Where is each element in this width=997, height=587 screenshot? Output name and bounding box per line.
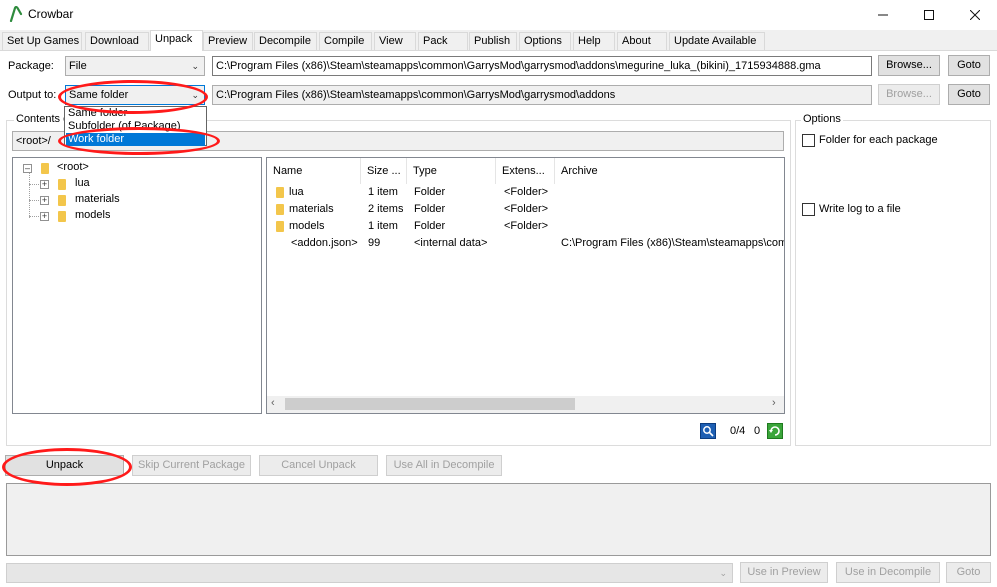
row-name[interactable]: materials [289,203,334,215]
folder-icon [276,187,284,198]
row-archive: C:\Program Files (x86)\Steam\steamapps\c… [561,237,785,249]
row-name[interactable]: models [289,220,324,232]
file-list-view[interactable]: Name Size ... Type Extens... Archive lua… [266,157,785,414]
tree-item-lua[interactable]: lua [75,177,90,189]
row-type: <internal data> [414,237,488,249]
package-type-select[interactable]: File ⌄ [65,56,205,76]
row-extension: <Folder> [504,220,549,232]
maximize-icon[interactable] [906,0,952,30]
tree-root[interactable]: <root> [57,161,89,173]
folder-for-each-package-checkbox[interactable] [802,134,815,147]
folder-icon [41,163,49,174]
minimize-icon[interactable] [860,0,906,30]
item-count: 0/4 [730,425,746,437]
package-label: Package: [8,60,54,72]
row-extension: <Folder> [504,186,549,198]
row-name[interactable]: lua [289,186,304,198]
package-type-value: File [69,60,87,72]
skip-current-package-button[interactable]: Skip Current Package [132,455,251,476]
folder-for-each-package-label[interactable]: Folder for each package [819,134,938,146]
folder-icon [276,204,284,215]
use-in-decompile-button[interactable]: Use in Decompile [836,562,940,583]
tab-strip: Set Up Games Download Unpack Preview Dec… [0,30,997,51]
annotation-circle-output-select [58,80,208,114]
scrollbar-thumb[interactable] [285,398,575,410]
column-header-type[interactable]: Type [407,158,496,184]
package-goto-button[interactable]: Goto [948,55,990,76]
row-type: Folder [414,203,446,215]
search-icon[interactable] [700,423,716,439]
expand-icon[interactable]: + [40,180,49,189]
tree-item-materials[interactable]: materials [75,193,120,205]
contents-group-label: Contents o [14,113,72,125]
selection-count: 0 [754,425,761,437]
tab-update-available[interactable]: Update Available [669,32,765,50]
folder-icon [58,211,66,222]
tab-unpack[interactable]: Unpack [150,30,203,51]
column-header-size[interactable]: Size ... [361,158,407,184]
tab-about[interactable]: About [617,32,667,50]
write-log-label[interactable]: Write log to a file [819,203,901,215]
row-type: Folder [414,220,446,232]
bottom-goto-button[interactable]: Goto [946,562,991,583]
scroll-left-icon[interactable]: ‹ [271,397,275,409]
row-size: 1 item [368,220,398,232]
use-in-preview-button[interactable]: Use in Preview [740,562,828,583]
column-header-archive[interactable]: Archive [555,158,784,184]
annotation-circle-work-folder [58,127,220,155]
tab-pack[interactable]: Pack [418,32,468,50]
row-extension: <Folder> [504,203,549,215]
column-header-name[interactable]: Name [267,158,361,184]
options-group-label: Options [801,113,843,125]
folder-icon [58,195,66,206]
close-icon[interactable] [952,0,997,30]
output-label: Output to: [8,89,57,101]
tree-connector [29,172,30,218]
tab-preview[interactable]: Preview [203,32,253,50]
cancel-unpack-button[interactable]: Cancel Unpack [259,455,378,476]
chevron-down-icon: ⌄ [191,61,199,71]
package-path-input[interactable]: C:\Program Files (x86)\Steam\steamapps\c… [212,56,872,76]
tab-compile[interactable]: Compile [319,32,372,50]
tree-item-models[interactable]: models [75,209,110,221]
column-header-extension[interactable]: Extens... [496,158,555,184]
tab-download[interactable]: Download [85,32,149,50]
folder-icon [276,221,284,232]
annotation-circle-unpack-button [2,448,132,486]
collapse-icon[interactable]: – [23,164,32,173]
tree-view[interactable]: – <root> + lua + materials + models [12,157,262,414]
row-name[interactable]: <addon.json> [291,237,358,249]
row-size: 1 item [368,186,398,198]
package-browse-button[interactable]: Browse... [878,55,940,76]
title-bar: Crowbar [0,0,997,30]
use-all-in-decompile-button[interactable]: Use All in Decompile [386,455,502,476]
expand-icon[interactable]: + [40,196,49,205]
tab-publish[interactable]: Publish [469,32,517,50]
write-log-checkbox[interactable] [802,203,815,216]
options-group [795,120,991,446]
folder-icon [58,179,66,190]
tab-options[interactable]: Options [519,32,571,50]
row-type: Folder [414,186,446,198]
tab-view[interactable]: View [374,32,416,50]
tab-set-up-games[interactable]: Set Up Games [2,32,82,50]
expand-icon[interactable]: + [40,212,49,221]
window-title: Crowbar [28,7,74,21]
refresh-icon[interactable] [767,423,783,439]
crowbar-app-icon [9,6,23,22]
output-goto-button[interactable]: Goto [948,84,990,105]
horizontal-scrollbar[interactable]: ‹ › [267,396,784,413]
log-output[interactable] [6,483,991,556]
scroll-right-icon[interactable]: › [772,397,776,409]
chevron-down-icon: ⌄ [719,568,727,578]
row-size: 99 [368,237,381,249]
tab-help[interactable]: Help [573,32,615,50]
unpacked-files-select[interactable]: ⌄ [6,563,733,583]
tab-decompile[interactable]: Decompile [254,32,317,50]
output-browse-button[interactable]: Browse... [878,84,940,105]
output-path-input[interactable]: C:\Program Files (x86)\Steam\steamapps\c… [212,85,872,105]
row-size: 2 items [368,203,404,215]
